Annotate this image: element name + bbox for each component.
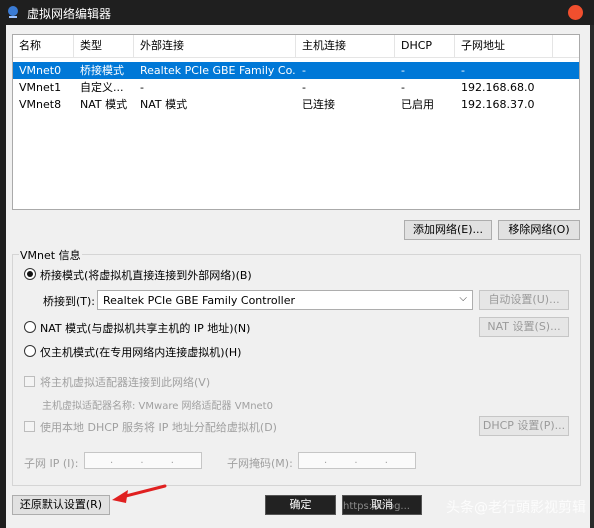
add-network-button[interactable]: 添加网络(E)...: [404, 220, 492, 240]
column-subnet[interactable]: 子网地址: [455, 35, 553, 57]
network-list-header: 名称 类型 外部连接 主机连接 DHCP 子网地址: [13, 35, 579, 58]
ok-button[interactable]: 确定: [265, 495, 336, 515]
use-dhcp-label[interactable]: 使用本地 DHCP 服务将 IP 地址分配给虚拟机(D): [40, 419, 277, 435]
column-name[interactable]: 名称: [13, 35, 74, 57]
dialog-body: 名称 类型 外部连接 主机连接 DHCP 子网地址 VMnet0 桥接模式 Re…: [6, 25, 590, 528]
column-type[interactable]: 类型: [74, 35, 134, 57]
cell-external: NAT 模式: [140, 98, 188, 111]
cell-external: -: [140, 81, 144, 94]
background-window-strip-right: [590, 25, 594, 528]
watermark-url: https://blog...: [343, 501, 410, 512]
cell-dhcp: -: [401, 64, 405, 77]
dhcp-settings-button[interactable]: DHCP 设置(P)...: [479, 416, 569, 436]
cell-name: VMnet0: [19, 64, 62, 77]
remove-network-button[interactable]: 移除网络(O): [498, 220, 580, 240]
title-bar: 虚拟网络编辑器: [0, 0, 594, 25]
network-row-vmnet1[interactable]: VMnet1 自定义... - - - 192.168.68.0: [13, 79, 579, 96]
network-row-vmnet8[interactable]: VMnet8 NAT 模式 NAT 模式 已连接 已启用 192.168.37.…: [13, 96, 579, 113]
cell-subnet: 192.168.37.0: [461, 98, 535, 111]
subnet-mask-input[interactable]: . . .: [298, 452, 416, 469]
host-only-radio[interactable]: [24, 345, 36, 357]
use-dhcp-checkbox[interactable]: [24, 421, 35, 432]
restore-defaults-button[interactable]: 还原默认设置(R): [12, 495, 110, 515]
column-dhcp[interactable]: DHCP: [395, 35, 455, 57]
cell-name: VMnet8: [19, 98, 62, 111]
cell-host: 已连接: [302, 98, 335, 111]
connect-adapter-checkbox[interactable]: [24, 376, 35, 387]
nat-radio-label[interactable]: NAT 模式(与虚拟机共享主机的 IP 地址)(N): [40, 320, 250, 336]
cell-host: -: [302, 64, 306, 77]
adapter-name-label: 主机虚拟适配器名称: VMware 网络适配器 VMnet0: [42, 401, 273, 412]
bridged-to-value: Realtek PCIe GBE Family Controller: [103, 294, 296, 307]
network-editor-icon: [8, 6, 18, 18]
cell-dhcp: -: [401, 81, 405, 94]
cell-name: VMnet1: [19, 81, 62, 94]
bridged-to-label: 桥接到(T):: [43, 295, 96, 308]
bridged-to-select[interactable]: Realtek PCIe GBE Family Controller ⌵: [97, 290, 473, 310]
auto-settings-button[interactable]: 自动设置(U)...: [479, 290, 569, 310]
cell-type: NAT 模式: [80, 98, 128, 111]
column-external[interactable]: 外部连接: [134, 35, 296, 57]
bridged-radio[interactable]: [24, 268, 36, 280]
network-row-vmnet0[interactable]: VMnet0 桥接模式 Realtek PCIe GBE Family Co..…: [13, 62, 579, 79]
connect-adapter-label[interactable]: 将主机虚拟适配器连接到此网络(V): [40, 374, 210, 390]
subnet-ip-label: 子网 IP (I):: [24, 457, 79, 470]
cell-host: -: [302, 81, 306, 94]
chevron-down-icon: ⌵: [459, 293, 467, 304]
nat-settings-button[interactable]: NAT 设置(S)...: [479, 317, 569, 337]
nat-radio[interactable]: [24, 321, 36, 333]
subnet-ip-input[interactable]: . . .: [84, 452, 202, 469]
bridged-radio-label[interactable]: 桥接模式(将虚拟机直接连接到外部网络)(B): [40, 267, 252, 283]
cell-subnet: -: [461, 64, 465, 77]
close-button[interactable]: [568, 5, 583, 20]
cell-dhcp: 已启用: [401, 98, 434, 111]
subnet-mask-label: 子网掩码(M):: [227, 457, 293, 470]
vmnet-info-label: VMnet 信息: [19, 247, 82, 263]
window-title: 虚拟网络编辑器: [27, 7, 112, 21]
cell-type: 桥接模式: [80, 64, 124, 77]
host-only-radio-label[interactable]: 仅主机模式(在专用网络内连接虚拟机)(H): [40, 344, 241, 360]
cell-type: 自定义...: [80, 81, 124, 94]
column-host[interactable]: 主机连接: [296, 35, 395, 57]
watermark-text: 头条@老行頭影视剪辑: [446, 500, 586, 516]
cell-subnet: 192.168.68.0: [461, 81, 535, 94]
network-list[interactable]: 名称 类型 外部连接 主机连接 DHCP 子网地址 VMnet0 桥接模式 Re…: [12, 34, 580, 210]
cell-external: Realtek PCIe GBE Family Co...: [140, 64, 296, 77]
